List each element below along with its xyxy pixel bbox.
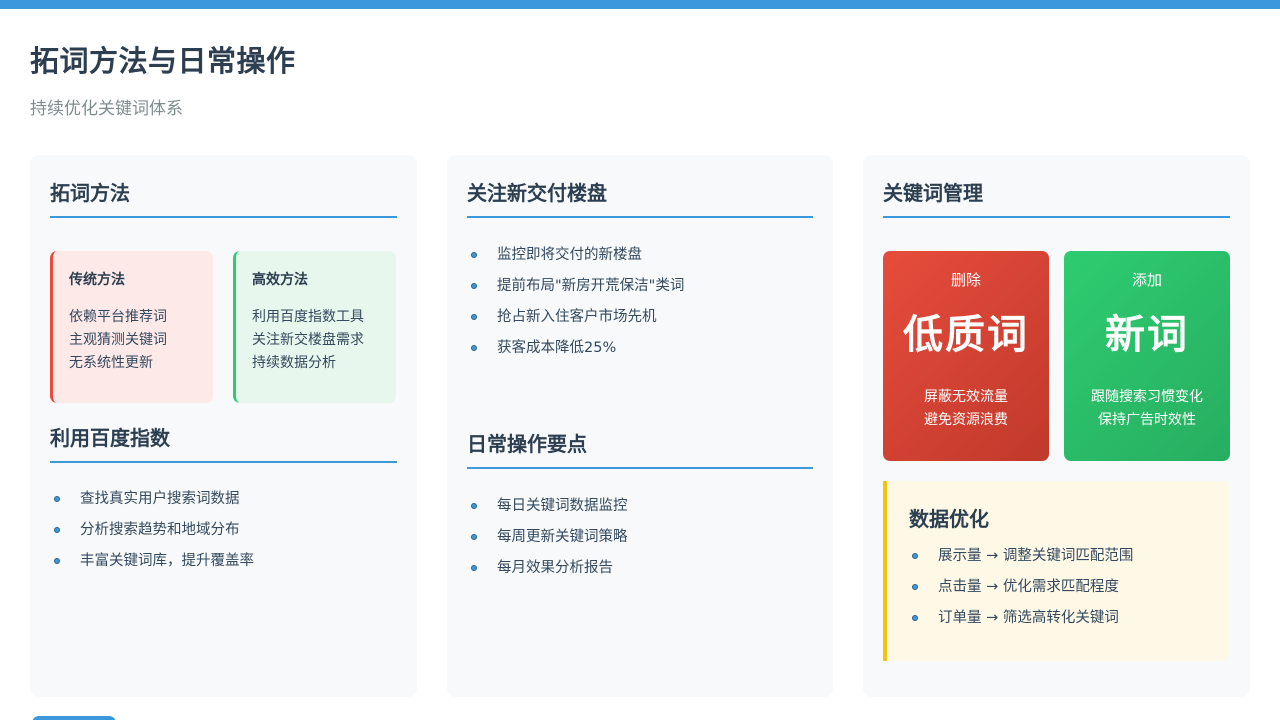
bullet-dot-icon <box>54 527 60 533</box>
baidu-index-list: 查找真实用户搜索词数据 分析搜索趋势和地域分布 丰富关键词库，提升覆盖率 <box>50 488 397 581</box>
efficient-method-line: 利用百度指数工具 <box>252 309 364 325</box>
list-item: 查找真实用户搜索词数据 <box>50 488 397 519</box>
traditional-method-line: 主观猜测关键词 <box>69 332 167 348</box>
add-new-word-card: 添加 新词 跟随搜索习惯变化 保持广告时效性 <box>1064 251 1230 461</box>
efficient-method-card: 高效方法 利用百度指数工具 关注新交楼盘需求 持续数据分析 <box>233 251 396 403</box>
list-item: 抢占新入住客户市场先机 <box>467 306 813 337</box>
list-item: 分析搜索趋势和地域分布 <box>50 519 397 550</box>
traditional-method-line: 无系统性更新 <box>69 355 153 371</box>
bullet-dot-icon <box>912 584 918 590</box>
list-item: 丰富关键词库，提升覆盖率 <box>50 550 397 581</box>
bullet-dot-icon <box>912 553 918 559</box>
list-item: 监控即将交付的新楼盘 <box>467 244 813 275</box>
section-title-baidu-index: 利用百度指数 <box>50 422 397 463</box>
bullet-dot-icon <box>471 565 477 571</box>
new-properties-list: 监控即将交付的新楼盘 提前布局"新房开荒保洁"类词 抢占新入住客户市场先机 获客… <box>467 244 813 368</box>
data-optimization-title: 数据优化 <box>909 507 989 531</box>
bullet-dot-icon <box>471 252 477 258</box>
list-item: 展示量 → 调整关键词匹配范围 <box>908 545 1209 576</box>
bullet-dot-icon <box>471 503 477 509</box>
traditional-method-line: 依赖平台推荐词 <box>69 309 167 325</box>
page-header: 拓词方法与日常操作 持续优化关键词体系 <box>30 38 296 119</box>
page-title: 拓词方法与日常操作 <box>30 44 296 78</box>
column-expansion-methods: 拓词方法 传统方法 依赖平台推荐词 主观猜测关键词 无系统性更新 高效方法 利用… <box>30 155 417 697</box>
data-optimization-box: 数据优化 展示量 → 调整关键词匹配范围 点击量 → 优化需求匹配程度 订单量 … <box>883 481 1229 661</box>
bullet-dot-icon <box>471 283 477 289</box>
bullet-dot-icon <box>912 615 918 621</box>
list-item: 订单量 → 筛选高转化关键词 <box>908 607 1209 638</box>
section-title-keyword-management: 关键词管理 <box>883 177 1230 218</box>
efficient-method-title: 高效方法 <box>252 272 308 288</box>
list-item: 每日关键词数据监控 <box>467 495 813 526</box>
data-optimization-list: 展示量 → 调整关键词匹配范围 点击量 → 优化需求匹配程度 订单量 → 筛选高… <box>908 545 1209 638</box>
delete-low-quality-card: 删除 低质词 屏蔽无效流量 避免资源浪费 <box>883 251 1049 461</box>
bullet-dot-icon <box>471 314 477 320</box>
low-quality-word: 低质词 <box>903 312 1029 358</box>
bottom-pill-button[interactable] <box>32 716 116 720</box>
daily-ops-list: 每日关键词数据监控 每周更新关键词策略 每月效果分析报告 <box>467 495 813 588</box>
section-title-new-properties: 关注新交付楼盘 <box>467 177 813 218</box>
bullet-dot-icon <box>54 496 60 502</box>
add-desc: 跟随搜索习惯变化 保持广告时效性 <box>1091 389 1203 428</box>
delete-desc: 屏蔽无效流量 避免资源浪费 <box>924 389 1008 428</box>
list-item: 提前布局"新房开荒保洁"类词 <box>467 275 813 306</box>
delete-label: 删除 <box>950 271 981 289</box>
traditional-method-title: 传统方法 <box>69 272 125 288</box>
add-label: 添加 <box>1131 271 1162 289</box>
efficient-method-line: 持续数据分析 <box>252 355 336 371</box>
section-title-expansion-methods: 拓词方法 <box>50 177 397 218</box>
section-title-daily-ops: 日常操作要点 <box>467 428 813 469</box>
traditional-method-card: 传统方法 依赖平台推荐词 主观猜测关键词 无系统性更新 <box>50 251 213 403</box>
bullet-dot-icon <box>54 558 60 564</box>
column-new-properties: 关注新交付楼盘 监控即将交付的新楼盘 提前布局"新房开荒保洁"类词 抢占新入住客… <box>447 155 833 697</box>
bullet-dot-icon <box>471 534 477 540</box>
list-item: 每周更新关键词策略 <box>467 526 813 557</box>
page-subtitle: 持续优化关键词体系 <box>30 99 183 119</box>
bullet-dot-icon <box>471 345 477 351</box>
list-item: 每月效果分析报告 <box>467 557 813 588</box>
list-item: 点击量 → 优化需求匹配程度 <box>908 576 1209 607</box>
column-keyword-management: 关键词管理 删除 低质词 屏蔽无效流量 避免资源浪费 添加 新词 跟随搜索习惯变… <box>863 155 1250 697</box>
list-item: 获客成本降低25% <box>467 337 813 368</box>
top-accent-bar <box>0 0 1280 9</box>
efficient-method-line: 关注新交楼盘需求 <box>252 332 364 348</box>
new-word: 新词 <box>1105 312 1189 358</box>
